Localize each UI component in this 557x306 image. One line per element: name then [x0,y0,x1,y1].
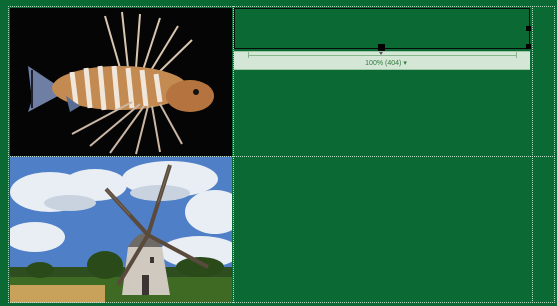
ruler-right-tick [516,52,517,58]
dropdown-arrow-icon: ▾ [403,60,407,67]
design-canvas: 100% (404) ▾ [0,0,557,306]
column-divider-2 [532,6,533,303]
selected-table[interactable] [234,8,530,49]
chevron-down-icon [379,52,383,55]
row-divider [8,156,555,157]
table-width-label: 100% (404) [365,60,402,67]
corner-resize-handle[interactable] [526,26,531,31]
side-resize-handle[interactable] [526,44,531,49]
bottom-resize-handle[interactable] [378,44,385,51]
table-width-menu[interactable]: 100% (404) ▾ [356,59,416,68]
ruler-line [248,55,516,56]
